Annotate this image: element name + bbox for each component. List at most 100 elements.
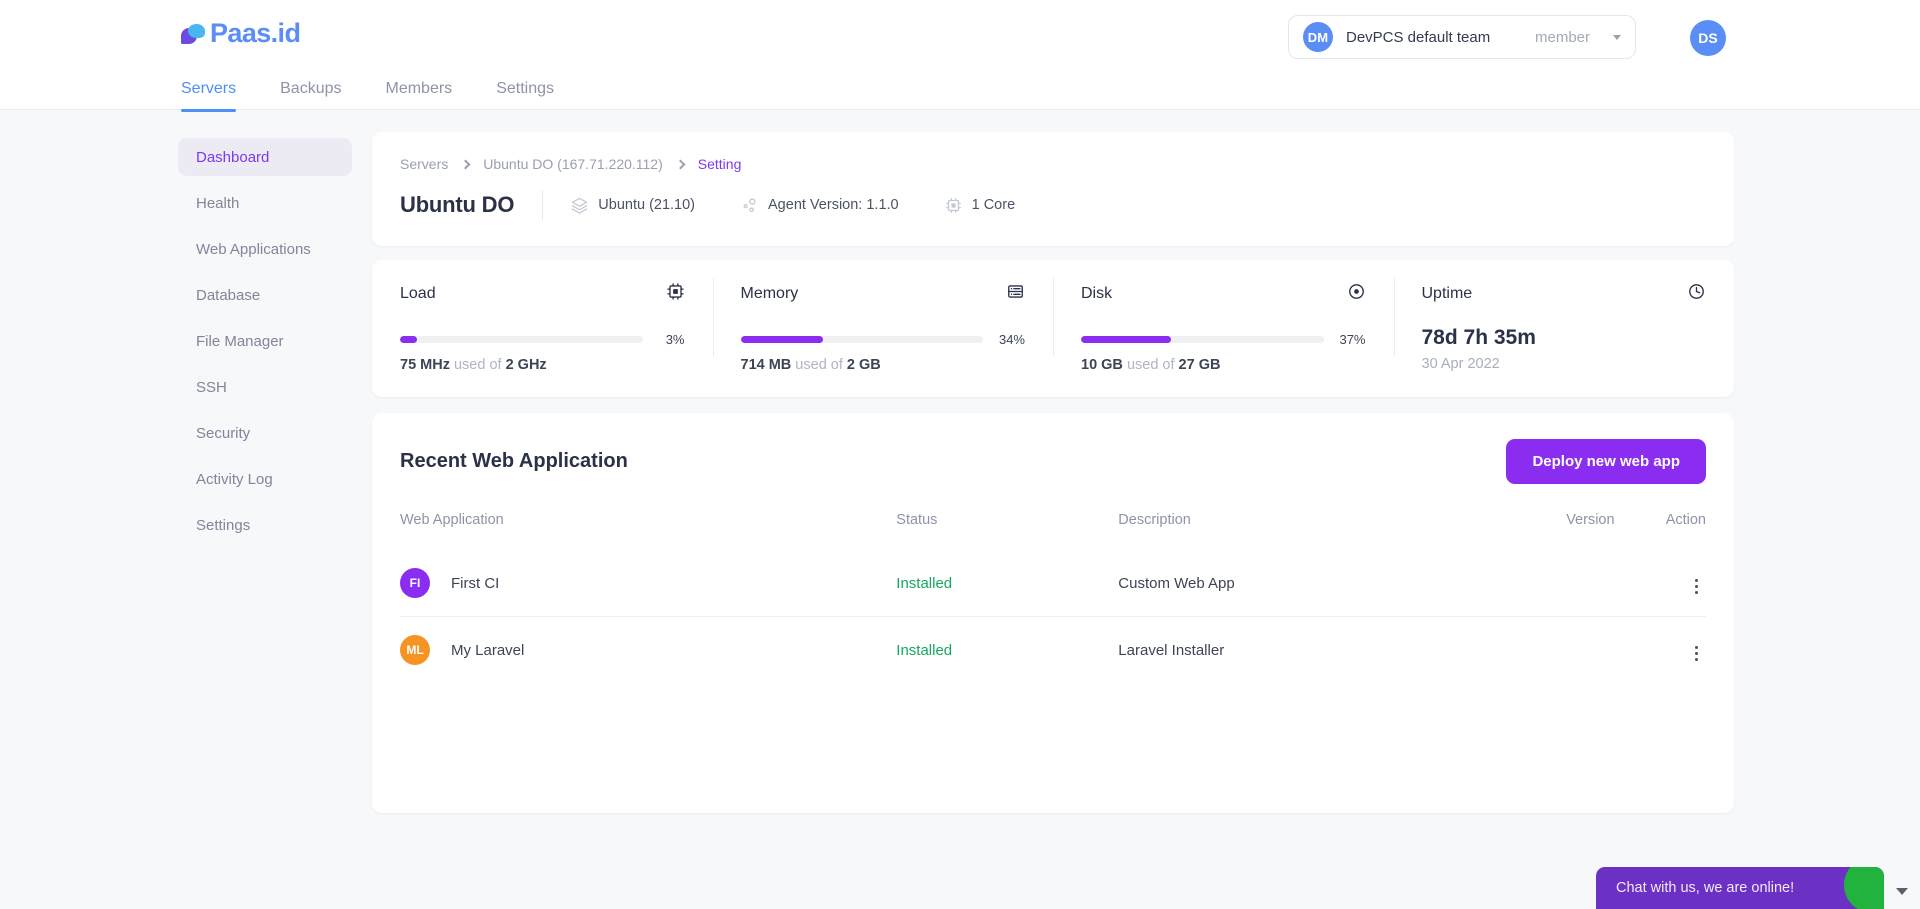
- metric-load-total: 2 GHz: [505, 357, 547, 373]
- metric-disk-label: Disk: [1081, 285, 1113, 302]
- table-row[interactable]: FI First CI Installed Custom Web App: [400, 550, 1706, 617]
- column-header-action: Action: [1665, 512, 1706, 528]
- status-badge: Installed: [896, 574, 953, 592]
- team-selector[interactable]: DM DevPCS default team member: [1288, 15, 1636, 59]
- column-header-web-application: Web Application: [400, 512, 504, 528]
- recent-web-applications-card: Recent Web Application Deploy new web ap…: [372, 413, 1734, 813]
- app-avatar: FI: [400, 568, 430, 598]
- layers-icon: [571, 197, 588, 214]
- table-row[interactable]: ML My Laravel Installed Laravel Installe…: [400, 616, 1706, 683]
- deploy-new-web-app-button[interactable]: Deploy new web app: [1506, 439, 1706, 484]
- server-header-card: Servers Ubuntu DO (167.71.220.112) Setti…: [372, 132, 1734, 246]
- sidebar-item-security[interactable]: Security: [178, 414, 352, 452]
- server-cores: 1 Core: [945, 197, 1016, 214]
- metric-memory-label: Memory: [740, 285, 799, 302]
- server-agent-version: Agent Version: 1.1.0: [741, 197, 899, 214]
- user-avatar[interactable]: DS: [1690, 20, 1726, 56]
- server-agent-label: Agent Version: 1.1.0: [768, 197, 899, 213]
- cpu-icon: [945, 197, 962, 214]
- metric-disk-used: 10 GB: [1081, 357, 1123, 373]
- sidebar-item-dashboard[interactable]: Dashboard: [178, 138, 352, 176]
- memory-icon: [1006, 282, 1025, 306]
- sidebar-item-file-manager[interactable]: File Manager: [178, 322, 352, 360]
- breadcrumb-servers[interactable]: Servers: [400, 156, 448, 172]
- row-actions-menu-icon[interactable]: [1687, 575, 1706, 598]
- metric-disk-total: 27 GB: [1178, 357, 1221, 373]
- brand-logo[interactable]: Paas.id: [181, 18, 301, 49]
- breadcrumb: Servers Ubuntu DO (167.71.220.112) Setti…: [400, 156, 1706, 172]
- row-actions-menu-icon[interactable]: [1687, 642, 1706, 665]
- metric-memory-bar-fill: [740, 336, 823, 343]
- metric-uptime: Uptime 78d 7h 35m 30 Apr 2022: [1393, 278, 1735, 373]
- app-name: First CI: [451, 574, 500, 592]
- chat-widget-label: Chat with us, we are online!: [1616, 880, 1795, 896]
- metric-load-label: Load: [400, 285, 436, 302]
- server-os-label: Ubuntu (21.10): [598, 197, 696, 213]
- metric-memory-percent: 34%: [998, 332, 1025, 347]
- sidebar-item-ssh[interactable]: SSH: [178, 368, 352, 406]
- recent-apps-title: Recent Web Application: [400, 450, 628, 472]
- team-avatar: DM: [1303, 22, 1333, 52]
- sidebar-item-activity-log[interactable]: Activity Log: [178, 460, 352, 498]
- metric-disk: Disk 37% 10 GB used of 27 GB: [1053, 278, 1394, 373]
- page-body: Dashboard Health Web Applications Databa…: [0, 110, 1920, 909]
- app-avatar: ML: [400, 635, 430, 665]
- metric-memory-bar: [740, 336, 983, 343]
- metric-load-used: 75 MHz: [400, 357, 450, 373]
- cloud-logo-icon: [181, 23, 207, 45]
- metrics-card: Load 3% 75 MHz used of 2 GHz Memory 34% …: [372, 260, 1734, 397]
- cpu-chip-icon: [666, 282, 685, 306]
- tab-servers[interactable]: Servers: [181, 80, 237, 112]
- metric-disk-detail: 10 GB used of 27 GB: [1081, 357, 1221, 373]
- sidebar-item-health[interactable]: Health: [178, 184, 352, 222]
- metric-uptime-label: Uptime: [1421, 285, 1473, 302]
- top-bar: Paas.id Servers Backups Members Settings…: [0, 0, 1920, 112]
- chevron-right-icon: [460, 159, 471, 169]
- sidebar-item-database[interactable]: Database: [178, 276, 352, 314]
- app-description: Custom Web App: [1118, 574, 1235, 592]
- app-version: [1458, 550, 1615, 617]
- team-role-badge: member: [1534, 28, 1590, 46]
- app-description: Laravel Installer: [1118, 616, 1458, 683]
- metric-load-detail: 75 MHz used of 2 GHz: [400, 357, 547, 373]
- metric-load-bar-fill: [400, 336, 417, 343]
- app-version: [1457, 616, 1615, 683]
- column-header-version: Version: [1566, 512, 1615, 528]
- sidebar-item-web-applications[interactable]: Web Applications: [178, 230, 352, 268]
- divider: [542, 190, 544, 220]
- table-header-row: Web Application Status Description Versi…: [400, 512, 1706, 550]
- metric-load-percent: 3%: [665, 332, 685, 347]
- chevron-right-icon: [675, 159, 686, 169]
- recent-apps-header: Recent Web Application Deploy new web ap…: [400, 439, 1706, 484]
- tab-members[interactable]: Members: [386, 80, 453, 112]
- server-os: Ubuntu (21.10): [571, 197, 695, 214]
- clock-icon: [1687, 282, 1706, 306]
- primary-nav: Servers Backups Members Settings: [181, 80, 554, 112]
- metric-load: Load 3% 75 MHz used of 2 GHz: [372, 282, 713, 373]
- metric-uptime-value: 78d 7h 35m: [1421, 326, 1536, 349]
- nodes-icon: [741, 197, 758, 214]
- disk-icon: [1347, 282, 1366, 306]
- chat-collapse-icon[interactable]: [1896, 888, 1908, 895]
- page-title: Ubuntu DO: [400, 192, 515, 217]
- breadcrumb-setting[interactable]: Setting: [698, 156, 742, 172]
- sidebar-item-settings[interactable]: Settings: [178, 506, 352, 544]
- chat-online-indicator: [1844, 867, 1884, 909]
- app-name: My Laravel: [451, 641, 525, 659]
- metric-load-bar: [400, 336, 643, 343]
- status-badge: Installed: [896, 616, 1119, 683]
- tab-settings[interactable]: Settings: [496, 80, 554, 112]
- chevron-down-icon: [1613, 34, 1621, 40]
- column-header-status: Status: [896, 512, 938, 528]
- tab-backups[interactable]: Backups: [280, 80, 341, 112]
- metric-disk-bar: [1081, 336, 1324, 343]
- column-header-description: Description: [1118, 512, 1191, 528]
- chat-widget[interactable]: Chat with us, we are online!: [1596, 867, 1884, 909]
- metric-memory: Memory 34% 714 MB used of 2 GB: [712, 278, 1054, 373]
- metric-disk-bar-fill: [1081, 336, 1171, 343]
- breadcrumb-server[interactable]: Ubuntu DO (167.71.220.112): [483, 156, 663, 172]
- metric-memory-used: 714 MB: [740, 357, 792, 373]
- server-summary-row: Ubuntu DO Ubuntu (21.10) Agent Version: …: [400, 190, 1706, 220]
- brand-name: Paas.id: [210, 18, 301, 48]
- server-cores-label: 1 Core: [971, 197, 1016, 213]
